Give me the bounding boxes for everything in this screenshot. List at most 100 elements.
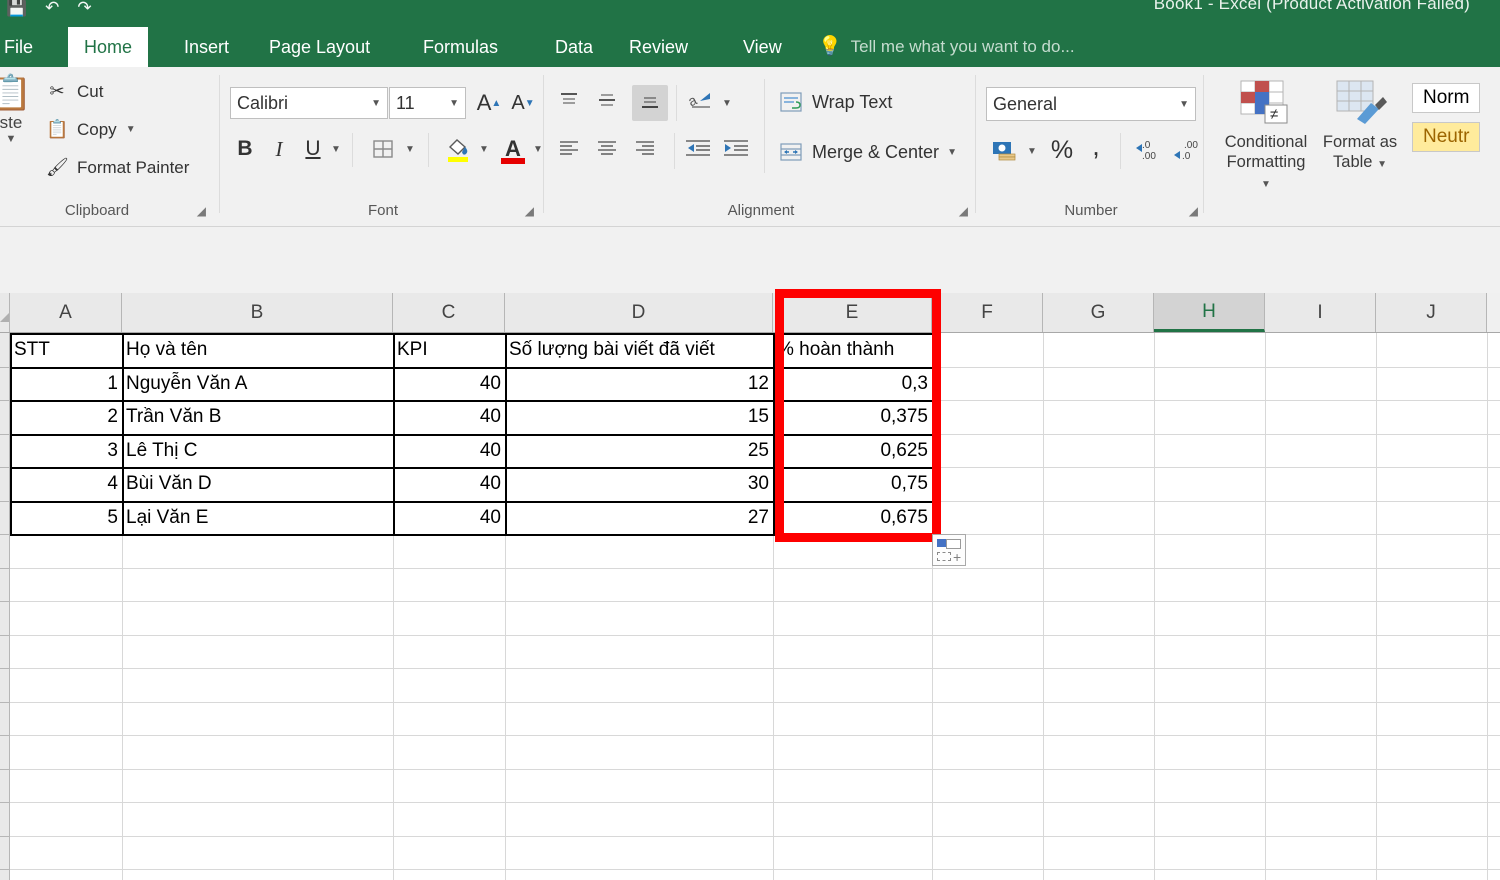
column-header-D[interactable]: D [505, 293, 773, 332]
row-headers[interactable] [0, 333, 10, 880]
format-as-table-button[interactable]: Format as Table ▼ [1316, 79, 1404, 175]
align-middle-button[interactable] [594, 87, 626, 119]
number-format-select[interactable]: General ▼ [986, 87, 1196, 121]
comma-style-button[interactable]: , [1082, 129, 1110, 163]
chevron-down-icon[interactable]: ▼ [371, 98, 381, 109]
quick-access-toolbar[interactable]: 💾 ↶ ↷ [0, 0, 92, 22]
tab-data[interactable]: Data [539, 27, 609, 67]
cell-C6[interactable]: 40 [393, 501, 505, 535]
underline-button[interactable]: U [298, 133, 328, 165]
chevron-down-icon[interactable]: ▼ [1377, 159, 1387, 170]
tab-file[interactable]: File [0, 27, 49, 67]
cell-A4[interactable]: 3 [10, 434, 122, 468]
chevron-down-icon[interactable]: ▼ [722, 93, 738, 113]
increase-indent-button[interactable] [722, 135, 756, 167]
cell-E5[interactable]: 0,75 [773, 467, 932, 501]
cell-D4[interactable]: 25 [505, 434, 773, 468]
number-dialog-launcher[interactable]: ◢ [1189, 204, 1198, 218]
conditional-formatting-button[interactable]: ≠ Conditional Formatting ▼ [1222, 79, 1310, 195]
clipboard-dialog-launcher[interactable]: ◢ [197, 204, 206, 218]
chevron-down-icon[interactable]: ▼ [126, 124, 136, 135]
grid-cells[interactable]: STT Họ và tên KPI Số lượng bài viết đã viết… [10, 333, 1500, 880]
chevron-down-icon[interactable]: ▼ [402, 139, 418, 159]
align-left-button[interactable] [556, 135, 588, 167]
italic-button[interactable]: I [264, 133, 294, 165]
merge-center-button[interactable]: Merge & Center ▼ [778, 139, 957, 165]
tab-review[interactable]: Review [613, 27, 704, 67]
align-right-button[interactable] [632, 135, 664, 167]
cell-style-neutral[interactable]: Neutr [1412, 122, 1481, 152]
column-header-A[interactable]: A [10, 293, 122, 332]
cell-E1[interactable]: % hoàn thành [773, 333, 932, 367]
align-bottom-button[interactable] [632, 85, 668, 121]
chevron-down-icon[interactable]: ▼ [1024, 141, 1040, 161]
cell-C1[interactable]: KPI [393, 333, 505, 367]
cell-C5[interactable]: 40 [393, 467, 505, 501]
cell-A2[interactable]: 1 [10, 367, 122, 401]
cell-B2[interactable]: Nguyễn Văn A [122, 367, 393, 401]
accounting-format-button[interactable] [988, 135, 1022, 167]
decrease-decimal-button[interactable]: .00.0 [1168, 133, 1204, 167]
autofill-options-button[interactable]: + [932, 534, 966, 566]
cell-D6[interactable]: 27 [505, 501, 773, 535]
orientation-button[interactable]: a [685, 87, 720, 119]
column-header-I[interactable]: I [1265, 293, 1376, 332]
align-top-button[interactable] [556, 87, 588, 119]
chevron-down-icon[interactable]: ▼ [947, 147, 957, 158]
chevron-down-icon[interactable]: ▼ [0, 133, 42, 145]
column-header-F[interactable]: F [932, 293, 1043, 332]
font-name-input[interactable]: Calibri ▼ [230, 87, 388, 119]
cell-A3[interactable]: 2 [10, 400, 122, 434]
column-header-E[interactable]: E [773, 293, 932, 332]
fill-color-button[interactable] [440, 131, 476, 167]
percent-style-button[interactable]: % [1046, 133, 1078, 167]
cell-B1[interactable]: Họ và tên [122, 333, 393, 367]
undo-icon[interactable]: ↶ [45, 0, 59, 16]
bold-button[interactable]: B [230, 133, 260, 165]
font-dialog-launcher[interactable]: ◢ [525, 204, 534, 218]
borders-button[interactable] [366, 133, 400, 165]
cell-E4[interactable]: 0,625 [773, 434, 932, 468]
tell-me-box[interactable]: 💡 Tell me what you want to do... [818, 27, 1075, 67]
cell-C3[interactable]: 40 [393, 400, 505, 434]
column-header-B[interactable]: B [122, 293, 393, 332]
chevron-down-icon[interactable]: ▼ [1179, 99, 1189, 110]
increase-font-size-button[interactable]: A ▲ [474, 87, 504, 119]
chevron-down-icon[interactable]: ▼ [449, 98, 459, 109]
cell-style-normal[interactable]: Norm [1412, 83, 1481, 113]
chevron-down-icon[interactable]: ▼ [328, 139, 344, 159]
decrease-font-size-button[interactable]: A ▼ [508, 87, 538, 119]
tab-formulas[interactable]: Formulas [407, 27, 514, 67]
cell-D2[interactable]: 12 [505, 367, 773, 401]
chevron-down-icon[interactable]: ▼ [1261, 179, 1271, 190]
column-header-C[interactable]: C [393, 293, 505, 332]
cell-B5[interactable]: Bùi Văn D [122, 467, 393, 501]
tab-view[interactable]: View [727, 27, 798, 67]
cell-E6[interactable]: 0,675 [773, 501, 932, 535]
column-header-G[interactable]: G [1043, 293, 1154, 332]
redo-icon[interactable]: ↷ [77, 0, 91, 16]
cell-A5[interactable]: 4 [10, 467, 122, 501]
save-icon[interactable]: 💾 [6, 0, 27, 16]
decrease-indent-button[interactable] [684, 135, 718, 167]
cell-A6[interactable]: 5 [10, 501, 122, 535]
column-header-H[interactable]: H [1154, 293, 1265, 332]
cell-D1[interactable]: Số lượng bài viết đã viết [505, 333, 773, 367]
paste-button[interactable]: 📋 ste ▼ [0, 75, 42, 145]
cell-B6[interactable]: Lại Văn E [122, 501, 393, 535]
cell-A1[interactable]: STT [10, 333, 122, 367]
tab-home[interactable]: Home [68, 27, 149, 67]
cell-E2[interactable]: 0,3 [773, 367, 932, 401]
copy-button[interactable]: 📋 Copy ▼ [46, 119, 136, 140]
increase-decimal-button[interactable]: .0.00 [1130, 133, 1166, 167]
align-center-button[interactable] [594, 135, 626, 167]
chevron-down-icon[interactable]: ▼ [476, 139, 492, 159]
cell-C2[interactable]: 40 [393, 367, 505, 401]
tab-page-layout[interactable]: Page Layout [253, 27, 386, 67]
cell-D3[interactable]: 15 [505, 400, 773, 434]
cell-B4[interactable]: Lê Thị C [122, 434, 393, 468]
cell-B3[interactable]: Trần Văn B [122, 400, 393, 434]
cell-C4[interactable]: 40 [393, 434, 505, 468]
tab-insert[interactable]: Insert [168, 27, 245, 67]
column-header-J[interactable]: J [1376, 293, 1487, 332]
